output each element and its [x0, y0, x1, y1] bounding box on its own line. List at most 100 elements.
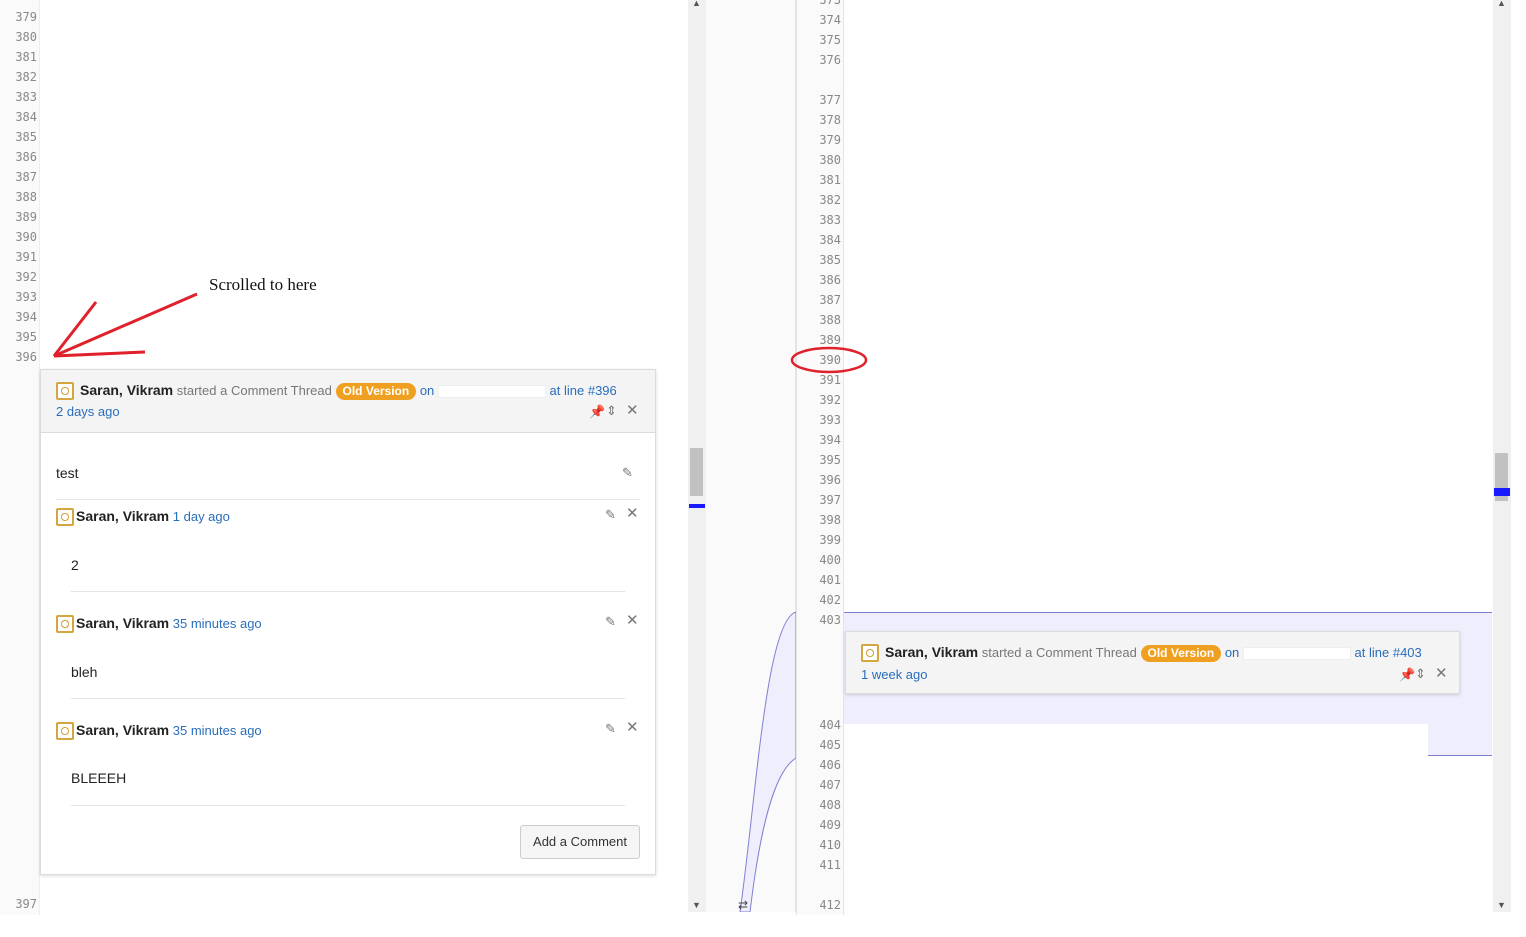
close-icon[interactable]: ✕ — [626, 506, 639, 521]
line-number: 395 — [15, 330, 37, 344]
pencil-icon[interactable]: ✎ — [605, 615, 616, 629]
old-version-badge: Old Version — [1140, 645, 1222, 662]
line-number: 379 — [15, 10, 37, 24]
line-number: 386 — [819, 273, 841, 287]
line-number: 382 — [819, 193, 841, 207]
comment-thread-left: Saran, Vikram started a Comment Thread O… — [40, 369, 656, 875]
pencil-icon[interactable]: ✎ — [605, 722, 616, 736]
line-number: 393 — [15, 290, 37, 304]
scroll-down-arrow[interactable]: ▼ — [1497, 900, 1506, 910]
divider — [56, 499, 640, 500]
left-scroll-marker — [689, 504, 705, 508]
line-number: 392 — [819, 393, 841, 407]
expand-icon[interactable]: ⇕ — [606, 404, 617, 418]
line-number: 405 — [819, 738, 841, 752]
thread-header: Saran, Vikram started a Comment Thread O… — [41, 370, 655, 433]
comment-thread-right: Saran, Vikram started a Comment Thread O… — [845, 631, 1460, 694]
reply-text: bleh — [71, 664, 98, 680]
line-number: 380 — [15, 30, 37, 44]
pin-icon[interactable]: 📌 — [589, 405, 605, 419]
line-number: 396 — [819, 473, 841, 487]
thread-line-ref[interactable]: at line #403 — [1355, 645, 1422, 660]
divider — [71, 698, 625, 699]
scroll-up-arrow[interactable]: ▲ — [1497, 0, 1506, 8]
line-number: 386 — [15, 150, 37, 164]
reply-author[interactable]: Saran, Vikram — [76, 722, 169, 738]
thread-line-ref[interactable]: at line #396 — [550, 383, 617, 398]
line-number: 388 — [15, 190, 37, 204]
divider — [71, 805, 625, 806]
close-icon[interactable]: ✕ — [626, 403, 639, 418]
avatar — [56, 615, 74, 633]
line-number: 385 — [15, 130, 37, 144]
reply-time[interactable]: 35 minutes ago — [173, 616, 262, 631]
line-number: 393 — [819, 413, 841, 427]
add-comment-button[interactable]: Add a Comment — [520, 825, 640, 859]
annotation-circle — [790, 346, 868, 374]
line-number: 390 — [15, 230, 37, 244]
redacted-filename — [437, 385, 546, 399]
thread-author[interactable]: Saran, Vikram — [885, 644, 978, 660]
line-number: 381 — [819, 173, 841, 187]
pencil-icon[interactable]: ✎ — [622, 466, 633, 480]
reply-text: BLEEEH — [71, 770, 127, 786]
thread-time[interactable]: 1 week ago — [861, 667, 928, 682]
diff-connector-curves — [739, 611, 796, 912]
close-icon[interactable]: ✕ — [1435, 666, 1448, 681]
line-number: 404 — [819, 718, 841, 732]
line-number: 380 — [819, 153, 841, 167]
line-number: 402 — [819, 593, 841, 607]
thread-started-text: started a Comment Thread — [981, 645, 1137, 660]
line-number: 379 — [819, 133, 841, 147]
reply-author[interactable]: Saran, Vikram — [76, 615, 169, 631]
reply-time[interactable]: 1 day ago — [173, 509, 230, 524]
line-number: 389 — [15, 210, 37, 224]
reply-author[interactable]: Saran, Vikram — [76, 508, 169, 524]
pencil-icon[interactable]: ✎ — [605, 508, 616, 522]
line-number: 388 — [819, 313, 841, 327]
line-number: 377 — [819, 93, 841, 107]
thread-on-text: on — [1224, 645, 1240, 660]
line-number: 396 — [15, 350, 37, 364]
line-number: 387 — [15, 170, 37, 184]
close-icon[interactable]: ✕ — [626, 720, 639, 735]
annotation-label: Scrolled to here — [209, 275, 317, 294]
thread-header: Saran, Vikram started a Comment Thread O… — [846, 632, 1459, 693]
thread-on-text: on — [419, 383, 435, 398]
line-number: 391 — [15, 250, 37, 264]
first-comment-text: test — [56, 465, 79, 481]
line-number: 406 — [819, 758, 841, 772]
redacted-filename — [1242, 647, 1351, 661]
line-number: 397 — [819, 493, 841, 507]
scroll-up-arrow[interactable]: ▲ — [692, 0, 701, 8]
expand-icon[interactable]: ⇕ — [1415, 667, 1426, 681]
line-number: 397 — [15, 897, 37, 911]
avatar — [56, 508, 74, 526]
connector-arrows-icon[interactable]: ⇄ — [738, 898, 748, 912]
line-number: 373 — [819, 0, 841, 7]
close-icon[interactable]: ✕ — [626, 613, 639, 628]
line-number: 384 — [15, 110, 37, 124]
thread-started-text: started a Comment Thread — [176, 383, 332, 398]
line-number: 409 — [819, 818, 841, 832]
right-scroll-marker — [1494, 488, 1510, 496]
left-scroll-thumb[interactable] — [690, 448, 703, 496]
line-number: 408 — [819, 798, 841, 812]
reply-time[interactable]: 35 minutes ago — [173, 723, 262, 738]
line-number: 381 — [15, 50, 37, 64]
line-number: 378 — [819, 113, 841, 127]
pin-icon[interactable]: 📌 — [1399, 668, 1415, 682]
scroll-down-arrow[interactable]: ▼ — [692, 900, 701, 910]
line-number: 399 — [819, 533, 841, 547]
line-number: 395 — [819, 453, 841, 467]
line-number: 383 — [15, 90, 37, 104]
line-number: 385 — [819, 253, 841, 267]
line-number: 400 — [819, 553, 841, 567]
line-number: 387 — [819, 293, 841, 307]
line-number: 403 — [819, 613, 841, 627]
line-number: 398 — [819, 513, 841, 527]
line-number: 412 — [819, 898, 841, 912]
thread-time[interactable]: 2 days ago — [56, 404, 120, 419]
thread-author[interactable]: Saran, Vikram — [80, 382, 173, 398]
line-number: 392 — [15, 270, 37, 284]
